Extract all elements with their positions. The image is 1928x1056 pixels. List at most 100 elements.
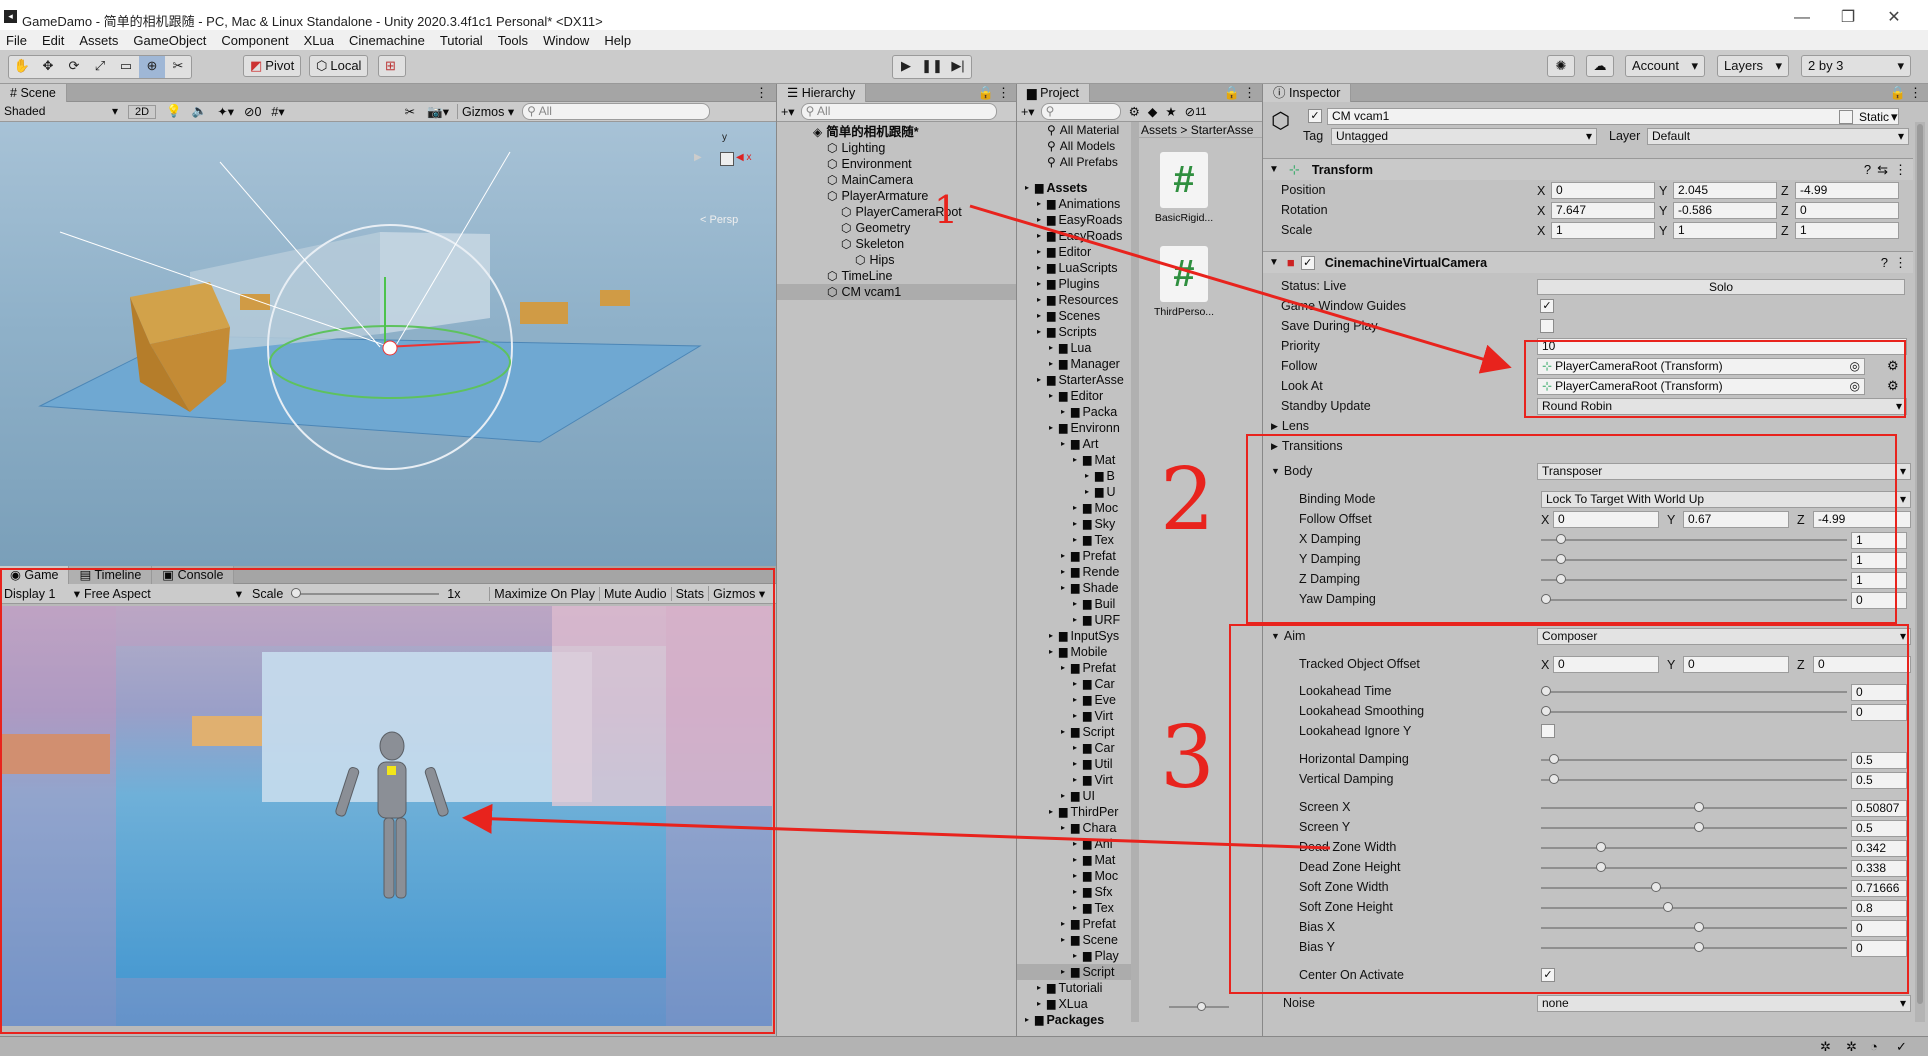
hand-tool-icon[interactable]: ✋ [9,56,35,78]
hierarchy-item[interactable]: ◈ 简单的相机跟随* [777,124,1016,140]
panel-menu-icon[interactable]: ⋮ [1243,85,1256,101]
project-folder[interactable]: ▸ ▆ Eve [1017,692,1133,708]
foldout-arrow-icon[interactable]: ▸ [1073,852,1083,868]
foldout-arrow-icon[interactable]: ▸ [1061,932,1071,948]
project-folder[interactable]: ▸ ▆ B [1017,468,1133,484]
project-splitter-scrollbar[interactable] [1131,122,1139,1022]
hierarchy-item[interactable]: ⬡ Skeleton [777,236,1016,252]
breadcrumb-assets[interactable]: Assets [1141,123,1177,137]
debug-icon[interactable]: ✲ [1820,1039,1831,1055]
asset-item[interactable]: # ThirdPerso... [1145,246,1223,318]
filter-label-icon[interactable]: ◆ [1148,104,1158,119]
project-folder[interactable]: ▸ ▆ Moc [1017,500,1133,516]
project-folder[interactable]: ▸ ▆ Art [1017,436,1133,452]
foldout-arrow-icon[interactable]: ▸ [1061,788,1071,804]
vcam-header[interactable]: ▼ ■ ✓ CinemachineVirtualCamera ? ⋮ [1263,251,1913,273]
hidden-objects-icon[interactable]: ⊘ [244,104,254,119]
foldout-arrow-icon[interactable]: ▸ [1025,180,1035,196]
project-folder[interactable]: ▸ ▆ Play [1017,948,1133,964]
lens-foldout[interactable]: ▶ Lens [1271,419,1309,433]
foldout-arrow-icon[interactable]: ▸ [1061,724,1071,740]
project-folder[interactable]: ▸ ▆ Chara [1017,820,1133,836]
custom-tool-icon[interactable]: ✂ [165,56,191,78]
foldout-arrow-icon[interactable]: ▸ [1073,708,1083,724]
foldout-arrow-icon[interactable]: ▸ [1085,468,1095,484]
scene-orientation-gizmo[interactable]: y ◀ x ▶ [690,132,760,192]
foldout-arrow-icon[interactable]: ▸ [1037,228,1047,244]
foldout-arrow-icon[interactable]: ▸ [1049,356,1059,372]
project-folder[interactable]: ▸ ▆ Prefat [1017,916,1133,932]
menu-component[interactable]: Component [221,33,288,48]
foldout-arrow-icon[interactable]: ▸ [1049,388,1059,404]
hierarchy-item[interactable]: ⬡ Hips [777,252,1016,268]
transform-y-field[interactable]: -0.586 [1673,202,1777,219]
maximize-button[interactable]: ❐ [1833,6,1863,30]
foldout-arrow-icon[interactable]: ▸ [1037,372,1047,388]
foldout-arrow-icon[interactable]: ▸ [1073,612,1083,628]
foldout-arrow-icon[interactable]: ▸ [1073,740,1083,756]
project-folder[interactable]: ▸ ▆ Editor [1017,244,1133,260]
project-folder[interactable]: ▸ ▆ Script [1017,724,1133,740]
transform-z-field[interactable]: 0 [1795,202,1899,219]
hierarchy-item[interactable]: ⬡ PlayerArmature [777,188,1016,204]
project-folder[interactable]: ▸ ▆ Script [1017,964,1133,980]
check-icon[interactable]: ✓ [1896,1039,1907,1055]
menu-window[interactable]: Window [543,33,589,48]
help-icon[interactable]: ? [1881,255,1888,270]
foldout-arrow-icon[interactable]: ▸ [1073,596,1083,612]
project-folder[interactable]: ▸ ▆ XLua [1017,996,1133,1012]
foldout-arrow-icon[interactable]: ▸ [1037,308,1047,324]
create-add-icon[interactable]: +▾ [781,104,795,119]
project-folder[interactable]: ▸ ▆ Packages [1017,1012,1133,1028]
help-icon[interactable]: ? [1864,162,1871,177]
transform-tool-icon[interactable]: ⊕ [139,56,165,78]
audio-icon[interactable]: 🔈 [192,104,208,119]
transform-x-field[interactable]: 7.647 [1551,202,1655,219]
toggle-2d-button[interactable]: 2D [128,104,157,119]
foldout-arrow-icon[interactable]: ▸ [1049,420,1059,436]
pause-icon[interactable]: ❚❚ [919,56,945,78]
hierarchy-item[interactable]: ⬡ CM vcam1 [777,284,1016,300]
menu-gameobject[interactable]: GameObject [133,33,206,48]
project-folder[interactable]: ▸ ▆ Rende [1017,564,1133,580]
scene-search-input[interactable]: ⚲ All [522,103,711,120]
rect-tool-icon[interactable]: ▭ [113,56,139,78]
project-folder[interactable]: ▸ ▆ Buil [1017,596,1133,612]
asset-item[interactable]: # BasicRigid... [1145,152,1223,224]
foldout-arrow-icon[interactable]: ▸ [1073,772,1083,788]
solo-button[interactable]: Solo [1537,279,1905,295]
noise-dropdown[interactable]: none ▾ [1537,995,1911,1012]
project-folder[interactable]: ▸ ▆ Prefat [1017,548,1133,564]
foldout-arrow-icon[interactable]: ▸ [1037,996,1047,1012]
project-folder[interactable]: ▸ ▆ Prefat [1017,660,1133,676]
close-button[interactable]: ✕ [1879,6,1909,30]
static-toggle[interactable]: Static ▾ [1839,109,1898,125]
foldout-arrow-icon[interactable]: ▸ [1037,292,1047,308]
panel-menu-icon[interactable]: ⋮ [997,85,1010,101]
lock-icon[interactable]: 🔒 [978,85,994,101]
menu-help[interactable]: Help [604,33,631,48]
project-folder[interactable]: ▸ ▆ Packa [1017,404,1133,420]
foldout-arrow-icon[interactable]: ▸ [1061,964,1071,980]
transform-x-field[interactable]: 0 [1551,182,1655,199]
filter-type-icon[interactable]: ⚙ [1129,104,1140,119]
component-menu-icon[interactable]: ⋮ [1894,255,1907,271]
pivot-button[interactable]: ◩ Pivot [243,55,302,77]
services-button[interactable]: ✺ [1547,55,1575,77]
menu-file[interactable]: File [6,33,27,48]
project-folder[interactable]: ▸ ▆ Mobile [1017,644,1133,660]
project-folder[interactable]: ▸ ▆ ThirdPer [1017,804,1133,820]
transform-z-field[interactable]: -4.99 [1795,182,1899,199]
foldout-arrow-icon[interactable]: ▸ [1073,900,1083,916]
step-icon[interactable]: ▶| [945,56,971,78]
foldout-arrow-icon[interactable]: ▸ [1073,692,1083,708]
project-folder[interactable]: ▸ ▆ Manager [1017,356,1133,372]
foldout-arrow-icon[interactable]: ▸ [1073,532,1083,548]
menu-edit[interactable]: Edit [42,33,64,48]
cloud-button[interactable]: ☁ [1586,55,1614,77]
transform-z-field[interactable]: 1 [1795,222,1899,239]
project-folder[interactable]: ▸ ▆ Animations [1017,196,1133,212]
effects-icon[interactable]: ✦▾ [217,104,234,119]
account-dropdown[interactable]: Account ▾ [1625,55,1705,77]
project-folder[interactable]: ▸ ▆ Tex [1017,900,1133,916]
